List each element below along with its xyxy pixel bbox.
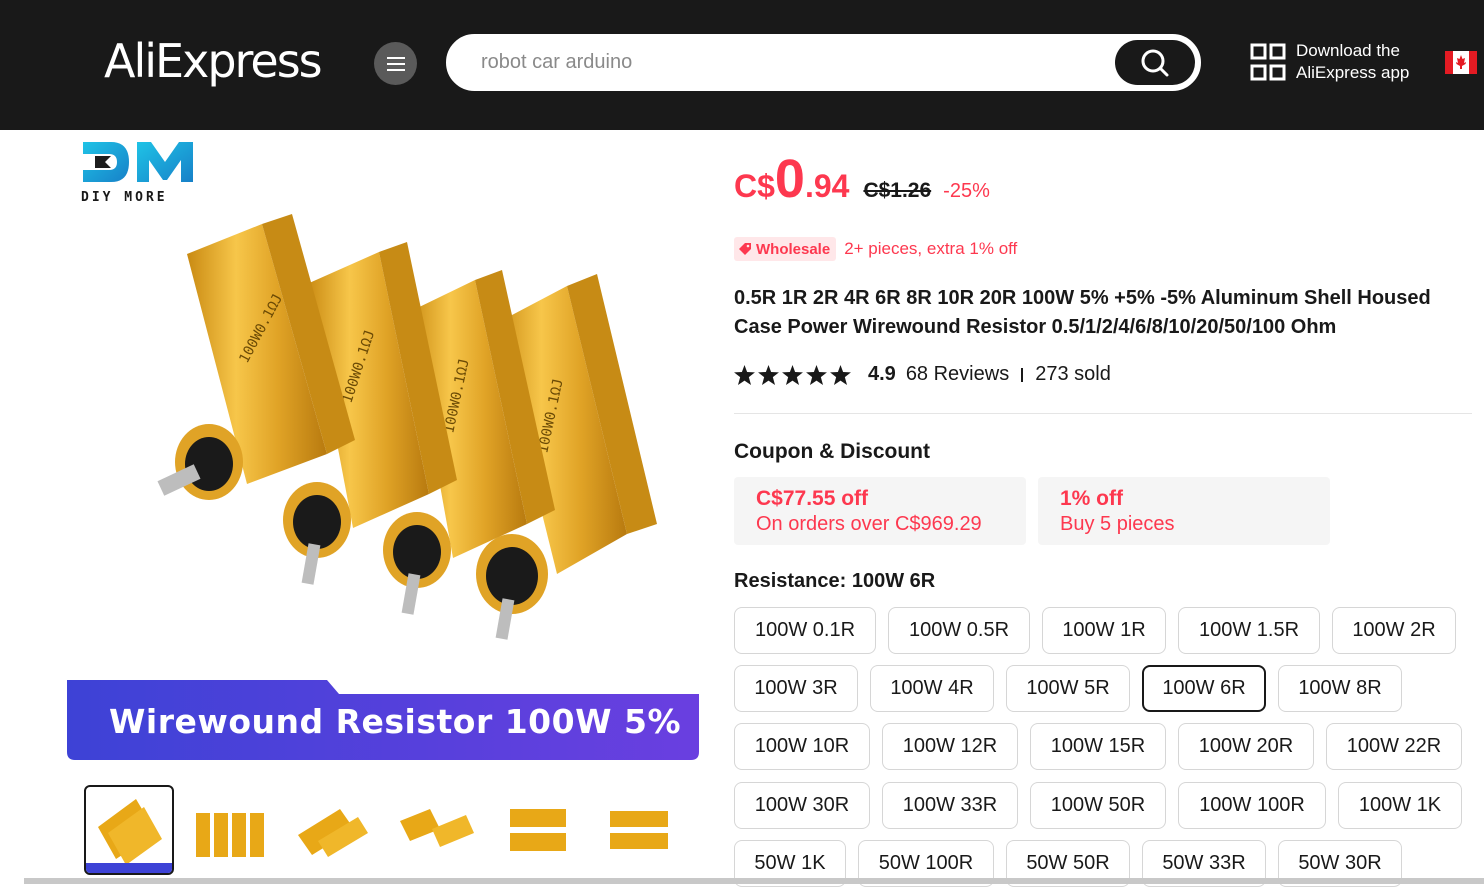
resistance-option[interactable]: 100W 0.1R — [734, 607, 876, 654]
price-block: C$ 0 .94 C$1.26 -25% — [734, 152, 990, 206]
coupon-condition: Buy 5 pieces — [1060, 513, 1175, 535]
price-decimal: .94 — [804, 168, 850, 204]
app-line-1: Download the — [1296, 41, 1400, 60]
main-product-image[interactable]: DIY MORE 100W0.1ΩJ 100W0.1ΩJ 100W0.1ΩJ 1… — [67, 134, 699, 762]
wholesale-info: Wholesale 2+ pieces, extra 1% off — [734, 237, 1017, 261]
star-icon — [782, 364, 803, 385]
resistor-product-illustration: 100W0.1ΩJ 100W0.1ΩJ 100W0.1ΩJ 100W0.1ΩJ — [157, 214, 657, 640]
resistance-option[interactable]: 100W 33R — [882, 782, 1018, 829]
qr-code-icon — [1250, 43, 1286, 81]
resistance-option[interactable]: 100W 1K — [1338, 782, 1462, 829]
resistance-option[interactable]: 100W 10R — [734, 723, 870, 770]
hamburger-icon — [386, 56, 405, 71]
thumbnail-3[interactable] — [288, 785, 378, 875]
resistance-option[interactable]: 100W 5R — [1006, 665, 1130, 712]
resistance-option[interactable]: 100W 22R — [1326, 723, 1462, 770]
star-icon — [758, 364, 779, 385]
resistance-option[interactable]: 100W 4R — [870, 665, 994, 712]
download-app-link[interactable]: Download the AliExpress app — [1250, 40, 1409, 84]
canada-flag-icon[interactable] — [1445, 51, 1477, 74]
product-title: 0.5R 1R 2R 4R 6R 8R 10R 20R 100W 5% +5% … — [734, 287, 1431, 338]
resistance-option[interactable]: 100W 30R — [734, 782, 870, 829]
banner-text: Wirewound Resistor 100W 5% — [109, 702, 682, 741]
search-input[interactable] — [481, 37, 1101, 88]
star-icon — [806, 364, 827, 385]
horizontal-scrollbar[interactable] — [24, 878, 1484, 884]
wholesale-badge: Wholesale — [734, 237, 837, 261]
search-bar — [446, 34, 1201, 91]
sold-count: 273 sold — [1035, 363, 1111, 385]
coupon-card[interactable]: C$77.55 off On orders over C$969.29 — [734, 477, 1026, 545]
thumbnail-6[interactable] — [594, 785, 684, 875]
resistance-option[interactable]: 100W 3R — [734, 665, 858, 712]
resistance-option[interactable]: 100W 0.5R — [888, 607, 1030, 654]
resistance-option[interactable]: 100W 1R — [1042, 607, 1166, 654]
coupon-section-title: Coupon & Discount — [734, 440, 930, 463]
aliexpress-logo[interactable]: AliExpress — [104, 34, 323, 88]
reviews-link[interactable]: 68 Reviews — [906, 363, 1009, 386]
thumbnail-2[interactable] — [186, 785, 276, 875]
tag-icon — [739, 243, 751, 255]
resistance-option[interactable]: 100W 100R — [1178, 782, 1326, 829]
thumbnail-4[interactable] — [390, 785, 480, 875]
star-icon — [734, 364, 755, 385]
price-currency: C$ — [734, 168, 775, 204]
thumbnail-5[interactable] — [492, 785, 582, 875]
star-icon — [830, 364, 851, 385]
rating-score: 4.9 — [868, 363, 896, 385]
search-button[interactable] — [1115, 40, 1195, 85]
coupon-amount: 1% off — [1060, 487, 1123, 510]
diy-more-logo — [83, 142, 193, 182]
section-divider — [734, 413, 1472, 414]
rating-separator — [1021, 367, 1024, 382]
resistance-option-selected[interactable]: 100W 6R — [1142, 665, 1266, 712]
rating-row: 4.9 68 Reviews 273 sold — [734, 363, 1111, 386]
coupon-card[interactable]: 1% off Buy 5 pieces — [1038, 477, 1330, 545]
original-price: C$1.26 — [863, 179, 932, 202]
coupon-amount: C$77.55 off — [756, 487, 869, 510]
resistance-label: Resistance: 100W 6R — [734, 570, 936, 592]
resistance-option[interactable]: 100W 50R — [1030, 782, 1166, 829]
star-rating[interactable] — [734, 364, 854, 385]
thumbnail-1[interactable] — [84, 785, 174, 875]
coupon-condition: On orders over C$969.29 — [756, 513, 982, 535]
search-icon — [1141, 49, 1169, 76]
resistance-option[interactable]: 100W 15R — [1030, 723, 1166, 770]
thumbnail-strip — [84, 785, 696, 875]
discount-percent: -25% — [943, 180, 990, 202]
wholesale-text: 2+ pieces, extra 1% off — [844, 239, 1018, 258]
app-line-2: AliExpress app — [1296, 63, 1410, 82]
resistance-option[interactable]: 100W 20R — [1178, 723, 1314, 770]
resistance-option[interactable]: 100W 8R — [1278, 665, 1402, 712]
price-integer: 0 — [774, 149, 805, 209]
resistance-option[interactable]: 100W 1.5R — [1178, 607, 1320, 654]
resistance-option[interactable]: 100W 12R — [882, 723, 1018, 770]
wholesale-badge-label: Wholesale — [756, 240, 831, 258]
top-header: AliExpress Download the AliExpress app — [0, 0, 1484, 130]
menu-button[interactable] — [374, 42, 417, 85]
resistance-option[interactable]: 100W 2R — [1332, 607, 1456, 654]
